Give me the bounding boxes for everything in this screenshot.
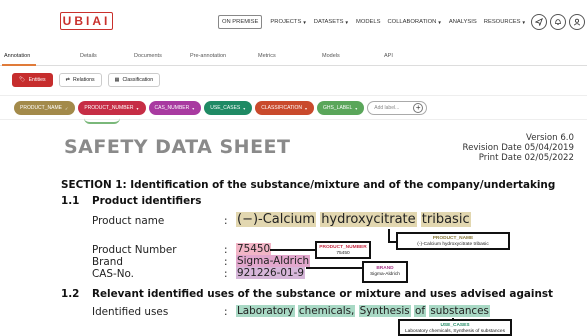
subsection-1-2: 1.2 Relevant identified uses of the subst…: [61, 288, 554, 300]
classification-button[interactable]: ▦ Classification: [107, 73, 161, 87]
check-icon: ✓: [64, 105, 69, 111]
active-tab-indicator: [2, 64, 36, 66]
main-nav: ON PREMISE PROJECTS ▼ DATASETS ▼ MODELS CO…: [218, 12, 585, 32]
subsection-1-1: 1.1 Product identifiers: [61, 195, 202, 207]
chevron-down-icon: ▼: [437, 19, 442, 25]
annotation-connector: [270, 249, 316, 251]
tab-metrics[interactable]: Metrics: [258, 53, 276, 59]
user-icon[interactable]: [568, 14, 585, 30]
version-block: Version 6.0 Revision Date 05/04/2019 Pri…: [463, 133, 574, 163]
product-number-annotation-box[interactable]: PRODUCT_NUMBER 75450: [315, 241, 371, 259]
entity-span[interactable]: tribasic: [420, 212, 471, 227]
entity-span[interactable]: chemicals,: [297, 305, 356, 317]
annotation-mode-toolbar: 🏷 Entities ⇄ Relations ▦ Classification: [12, 73, 161, 87]
bell-icon[interactable]: [549, 14, 566, 30]
product-number-label: Product Number: [92, 244, 177, 256]
colon: :: [224, 244, 228, 256]
cas-value[interactable]: 921226-01-9: [236, 267, 305, 279]
chevron-down-icon: ▼: [521, 19, 526, 25]
brand-annotation-box[interactable]: BRAND Sigma-Aldrich: [362, 261, 408, 283]
chevron-down-icon: ▾: [243, 105, 246, 111]
tab-models[interactable]: Models: [322, 53, 340, 59]
chevron-down-icon: ▼: [302, 19, 307, 25]
chevron-down-icon: ▼: [344, 19, 350, 25]
project-tabs: Annotation Details Documents Pre-annotat…: [0, 50, 587, 66]
label-bar: PRODUCT_NAME ✓ PRODUCT_NUMBER ▾ CAS_NUMBER ▾ U…: [0, 95, 587, 120]
chevron-down-icon: ▾: [355, 105, 358, 111]
print-date: Print Date 02/05/2022: [478, 153, 574, 163]
colon: :: [224, 306, 228, 318]
nav-analysis[interactable]: ANALYSIS: [449, 19, 477, 25]
plus-icon[interactable]: +: [413, 103, 424, 113]
nav-collaboration[interactable]: COLLABORATION ▼: [388, 19, 442, 25]
tab-pre-annotation[interactable]: Pre-annotation: [190, 53, 226, 59]
entities-button[interactable]: 🏷 Entities: [12, 73, 53, 87]
tag-icon: 🏷: [19, 77, 26, 83]
entity-span[interactable]: of: [414, 305, 427, 317]
tab-details[interactable]: Details: [80, 53, 97, 59]
document-viewer[interactable]: SAFETY DATA SHEET Version 6.0 Revision D…: [0, 125, 587, 336]
version-text: Version 6.0: [526, 133, 574, 143]
nav-datasets[interactable]: DATASETS ▼: [314, 19, 349, 25]
product-number-value[interactable]: 75450: [236, 243, 272, 255]
chevron-down-icon: ▾: [305, 105, 308, 111]
entity-span[interactable]: Laboratory: [236, 305, 295, 317]
identified-uses-value[interactable]: Laboratory chemicals, Synthesis of subst…: [236, 305, 490, 317]
top-navbar: UBIAI ON PREMISE PROJECTS ▼ DATASETS ▼ MOD…: [0, 0, 587, 44]
entity-span[interactable]: (−)-Calcium: [236, 212, 317, 227]
tab-annotation[interactable]: Annotation: [4, 53, 30, 59]
entity-span[interactable]: substances: [429, 305, 490, 317]
label-chip-product-number[interactable]: PRODUCT_NUMBER ▾: [78, 101, 146, 115]
nav-models[interactable]: MODELS: [356, 19, 380, 25]
nav-on-premise[interactable]: ON PREMISE: [218, 15, 263, 29]
colon: :: [224, 268, 228, 280]
tab-documents[interactable]: Documents: [134, 53, 162, 59]
colon: :: [224, 215, 228, 227]
label-chip-cas-number[interactable]: CAS_NUMBER ▾: [148, 101, 202, 115]
entity-span[interactable]: Synthesis: [358, 305, 411, 317]
label-chip-use-cases[interactable]: USE_CASES ▾: [204, 101, 253, 115]
nav-resources[interactable]: RESOURCES ▼: [484, 19, 526, 25]
relations-icon: ⇄: [65, 77, 70, 83]
entity-span[interactable]: 75450: [236, 243, 272, 255]
relations-button[interactable]: ⇄ Relations: [58, 73, 102, 87]
send-icon[interactable]: [530, 14, 547, 30]
chevron-down-icon: ▾: [192, 105, 195, 111]
use-cases-annotation-box[interactable]: USE_CASES Laboratory chemicals, Synthesi…: [398, 319, 512, 336]
label-chip-classification[interactable]: CLASSIFICATION ▾: [255, 101, 315, 115]
revision-date: Revision Date 05/04/2019: [462, 143, 574, 153]
product-name-value[interactable]: (−)-Calcium hydroxycitrate tribasic: [236, 212, 471, 227]
add-label-input[interactable]: Add label... +: [367, 101, 428, 115]
chevron-down-icon: ▾: [136, 105, 139, 111]
product-name-label: Product name: [92, 215, 165, 227]
entity-span[interactable]: hydroxycitrate: [320, 212, 417, 227]
ubiai-logo[interactable]: UBIAI: [60, 12, 113, 30]
entity-span[interactable]: Sigma-Aldrich: [236, 255, 311, 267]
label-chip-ghs-label[interactable]: GHS_LABEL ▾: [317, 101, 365, 115]
entity-span[interactable]: 921226-01-9: [236, 267, 305, 279]
section-1-heading: SECTION 1: Identification of the substan…: [61, 179, 556, 191]
brand-label: Brand: [92, 256, 123, 268]
identified-uses-label: Identified uses: [92, 306, 169, 318]
label-chip-list: PRODUCT_NAME ✓ PRODUCT_NUMBER ▾ CAS_NUMBER ▾ U…: [14, 101, 428, 115]
nav-projects[interactable]: PROJECTS ▼: [270, 19, 306, 25]
product-name-annotation-box[interactable]: PRODUCT_NAME (-)-Calcium hydroxycitrate …: [396, 232, 510, 250]
tab-api[interactable]: API: [384, 53, 393, 59]
label-chip-product-name[interactable]: PRODUCT_NAME ✓: [14, 101, 76, 115]
brand-value[interactable]: Sigma-Aldrich: [236, 255, 311, 267]
colon: :: [224, 256, 228, 268]
cas-label: CAS-No.: [92, 268, 134, 280]
annotation-connector: [306, 267, 364, 269]
chip-drag-indicator: [84, 118, 120, 124]
document-title: SAFETY DATA SHEET: [64, 136, 291, 158]
classification-icon: ▦: [114, 77, 120, 83]
